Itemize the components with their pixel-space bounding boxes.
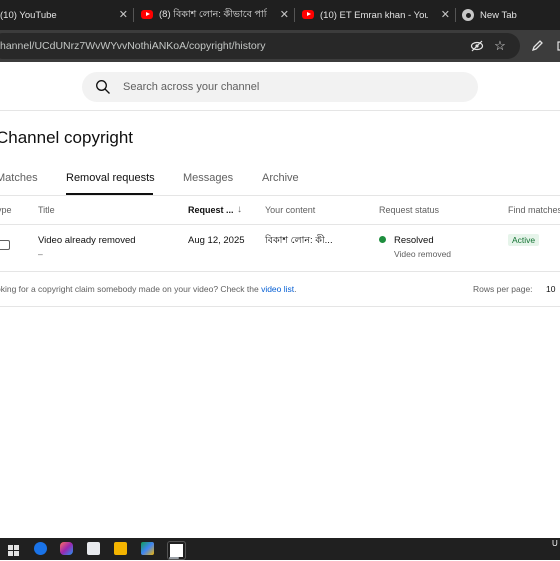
tab-title: (10) ET Emran khan - YouTube: [320, 9, 428, 21]
header-divider: [0, 110, 560, 111]
column-header-title[interactable]: Title: [38, 205, 55, 215]
arrow-down-icon[interactable]: ↓: [237, 204, 242, 215]
os-taskbar: U: [0, 538, 560, 560]
close-tab-icon[interactable]: ✕: [280, 8, 289, 22]
url-text[interactable]: hannel/UCdUNrz7WvWYvvNothiANKoA/copyrigh…: [0, 33, 266, 59]
video-type-icon: [0, 240, 10, 250]
column-header-request-status[interactable]: Request status: [379, 205, 439, 215]
search-placeholder[interactable]: Search across your channel: [123, 72, 259, 102]
row-status-detail: Video removed: [394, 249, 452, 259]
column-header-find-matches[interactable]: Find matches: [508, 205, 560, 215]
row-request-date: Aug 12, 2025: [188, 235, 245, 246]
page-title: Channel copyright: [0, 128, 134, 147]
channel-search[interactable]: Search across your channel: [82, 72, 478, 102]
footer-hint: oking for a copyright claim somebody mad…: [0, 284, 297, 294]
drive-icon[interactable]: [141, 542, 154, 555]
youtube-icon: [141, 9, 153, 21]
status-dot-icon: [379, 236, 386, 243]
rows-per-page-label: Rows per page:: [473, 284, 533, 294]
active-app-indicator: [169, 557, 179, 559]
browser-tab-et-emran[interactable]: (10) ET Emran khan - YouTube ✕: [302, 0, 450, 30]
clock-fragment: U: [552, 539, 558, 548]
footer-text: oking for a copyright claim somebody mad…: [0, 284, 262, 294]
tab-matches[interactable]: Matches: [0, 172, 38, 184]
row-subtitle: –: [38, 249, 43, 259]
close-tab-icon[interactable]: ✕: [441, 8, 450, 22]
extensions-icon[interactable]: [554, 39, 560, 53]
browser-tab-new-tab[interactable]: New Tab: [462, 0, 560, 30]
rows-per-page-select[interactable]: 10: [546, 284, 555, 294]
edge-browser-icon[interactable]: [34, 542, 47, 555]
store-icon[interactable]: [87, 542, 100, 555]
find-matches-status-badge: Active: [508, 234, 540, 246]
tab-title: New Tab: [480, 9, 517, 21]
browser-tab-youtube[interactable]: (10) YouTube ✕: [0, 0, 128, 30]
column-header-your-content[interactable]: Your content: [265, 205, 315, 215]
tab-title: (10) YouTube: [0, 9, 57, 21]
tab-title: (8) বিকাশ লোন: কীভাবে পাবি: [159, 8, 267, 20]
row-status: Resolved: [394, 235, 434, 246]
browser-tab-bkash[interactable]: (8) বিকাশ লোন: কীভাবে পাবি ✕: [141, 0, 289, 30]
close-tab-icon[interactable]: ✕: [119, 8, 128, 22]
youtube-icon: [302, 9, 314, 21]
tab-divider: [133, 8, 134, 22]
search-icon: [95, 79, 111, 95]
row-divider: [0, 271, 560, 272]
tabs-divider: [0, 195, 560, 196]
eye-slash-icon[interactable]: [470, 39, 484, 53]
chrome-icon: [462, 9, 474, 21]
copilot-icon[interactable]: [60, 542, 73, 555]
column-header-request-date[interactable]: Request ...: [188, 205, 234, 215]
tab-archive[interactable]: Archive: [262, 172, 299, 184]
address-bar[interactable]: hannel/UCdUNrz7WvWYvvNothiANKoA/copyrigh…: [0, 33, 520, 59]
star-icon[interactable]: ☆: [493, 39, 507, 53]
tab-divider: [455, 8, 456, 22]
file-explorer-icon[interactable]: [114, 542, 127, 555]
browser-tab-strip: (10) YouTube ✕ (8) বিকাশ লোন: কীভাবে পাব…: [0, 0, 560, 30]
footer-divider: [0, 306, 560, 307]
footer-period: .: [294, 284, 297, 294]
video-list-link[interactable]: video list: [261, 284, 294, 294]
table-header-divider: [0, 224, 560, 225]
browser-toolbar: hannel/UCdUNrz7WvWYvvNothiANKoA/copyrigh…: [0, 30, 560, 62]
tab-removal-requests[interactable]: Removal requests: [66, 172, 155, 184]
pen-icon[interactable]: [530, 39, 544, 53]
row-your-content[interactable]: বিকাশ লোন: কী...: [265, 234, 333, 249]
tab-messages[interactable]: Messages: [183, 172, 233, 184]
windows-start-icon[interactable]: [8, 543, 19, 556]
tab-divider: [294, 8, 295, 22]
column-header-type[interactable]: ype: [0, 205, 12, 215]
row-title: Video already removed: [38, 235, 136, 246]
